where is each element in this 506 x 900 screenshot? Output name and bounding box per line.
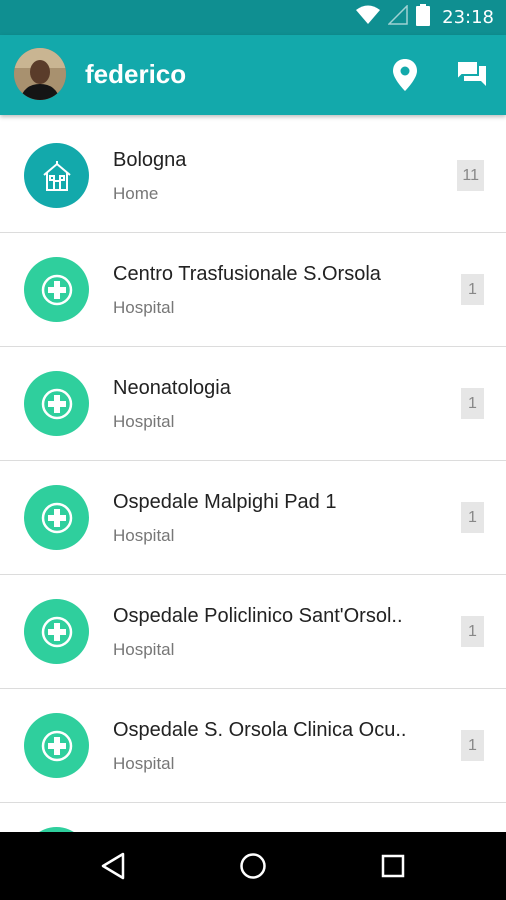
place-category: Hospital bbox=[113, 412, 175, 431]
place-category: Hospital bbox=[113, 754, 175, 773]
place-title: Ospedale Policlinico Sant'Orsol.. bbox=[113, 605, 403, 627]
count-badge: 1 bbox=[461, 616, 484, 647]
hospital-cross-icon bbox=[24, 371, 89, 436]
hospital-cross-icon bbox=[24, 713, 89, 778]
list-item[interactable] bbox=[0, 803, 506, 832]
back-icon[interactable] bbox=[96, 849, 130, 883]
place-title: Ospedale Malpighi Pad 1 bbox=[113, 491, 337, 513]
list-item[interactable]: Bologna Home 11 bbox=[0, 119, 506, 233]
location-pin-icon[interactable] bbox=[387, 57, 423, 93]
status-icons: 23:18 bbox=[356, 0, 494, 35]
signal-icon bbox=[387, 4, 408, 30]
hospital-cross-icon bbox=[24, 257, 89, 322]
list-item[interactable]: Ospedale Malpighi Pad 1 Hospital 1 bbox=[0, 461, 506, 575]
place-category: Hospital bbox=[113, 640, 175, 659]
count-badge: 11 bbox=[457, 160, 484, 191]
count-badge: 1 bbox=[461, 274, 484, 305]
user-name: federico bbox=[85, 59, 187, 89]
places-list: Bologna Home 11 Centro Trasfusionale S.O… bbox=[0, 119, 506, 832]
place-title: Bologna bbox=[113, 149, 187, 171]
place-title: Centro Trasfusionale S.Orsola bbox=[113, 263, 381, 285]
chat-icon[interactable] bbox=[454, 57, 490, 93]
app-bar: federico bbox=[0, 35, 506, 115]
wifi-icon bbox=[356, 5, 381, 30]
navigation-bar bbox=[0, 832, 506, 900]
battery-icon bbox=[416, 4, 431, 31]
place-category: Hospital bbox=[113, 298, 175, 317]
hospital-cross-icon bbox=[24, 485, 89, 550]
list-item[interactable]: Centro Trasfusionale S.Orsola Hospital 1 bbox=[0, 233, 506, 347]
home-circle-icon[interactable] bbox=[236, 849, 270, 883]
avatar[interactable] bbox=[14, 48, 66, 100]
count-badge: 1 bbox=[461, 388, 484, 419]
status-bar: 23:18 bbox=[0, 0, 506, 35]
count-badge: 1 bbox=[461, 730, 484, 761]
hospital-cross-icon bbox=[24, 599, 89, 664]
status-time: 23:18 bbox=[442, 7, 494, 28]
list-item[interactable]: Ospedale Policlinico Sant'Orsol.. Hospit… bbox=[0, 575, 506, 689]
recents-icon[interactable] bbox=[376, 849, 410, 883]
list-item[interactable]: Ospedale S. Orsola Clinica Ocu.. Hospita… bbox=[0, 689, 506, 803]
list-item[interactable]: Neonatologia Hospital 1 bbox=[0, 347, 506, 461]
place-category: Hospital bbox=[113, 526, 175, 545]
count-badge: 1 bbox=[461, 502, 484, 533]
place-category: Home bbox=[113, 184, 159, 203]
place-title: Ospedale S. Orsola Clinica Ocu.. bbox=[113, 719, 407, 741]
place-title: Neonatologia bbox=[113, 377, 231, 399]
home-icon bbox=[24, 143, 89, 208]
